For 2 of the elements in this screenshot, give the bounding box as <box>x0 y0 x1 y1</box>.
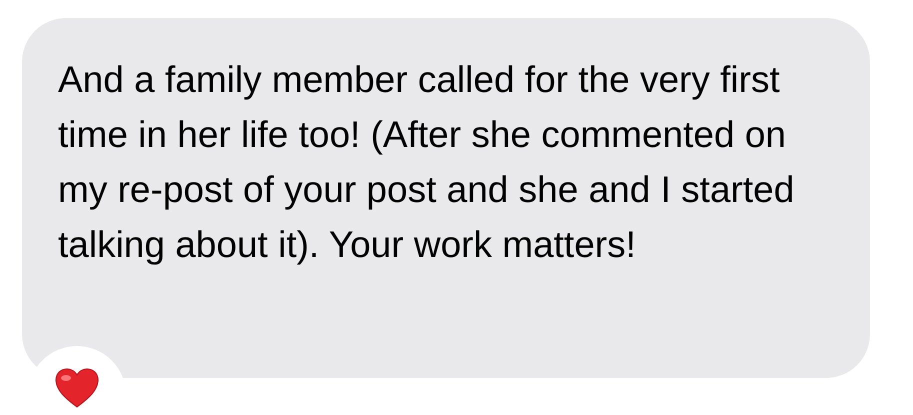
heart-icon <box>55 368 99 408</box>
message-text: And a family member called for the very first time in her life too! (After she commented on my re-post of your post and she and I started talking about it). Your work matters! <box>58 58 796 267</box>
